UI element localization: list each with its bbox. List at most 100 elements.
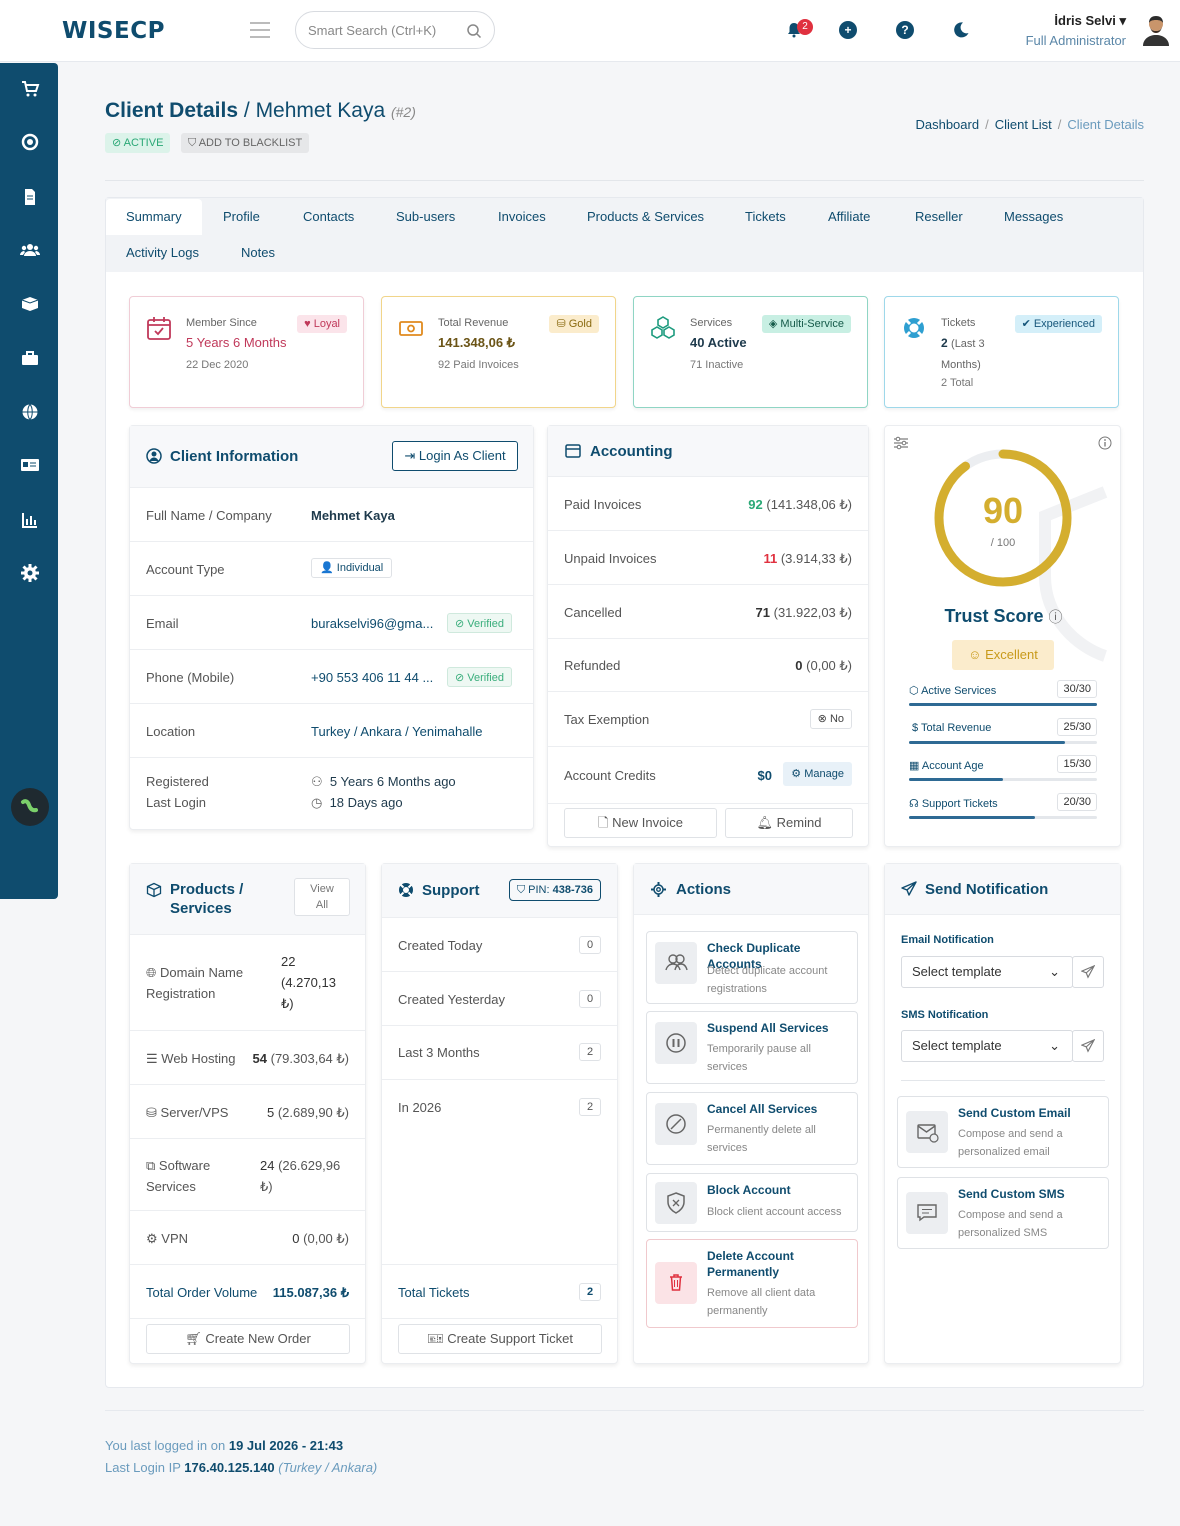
tab-products-services[interactable]: Products & Services bbox=[567, 199, 724, 235]
send-email-notification-button[interactable] bbox=[1072, 956, 1104, 988]
layers-icon: ◈ bbox=[768, 318, 778, 330]
email-template-select[interactable]: Select template ⌄ bbox=[901, 956, 1073, 988]
info-icon[interactable] bbox=[1098, 436, 1112, 450]
credit-card-icon bbox=[565, 444, 581, 458]
action-suspend-services[interactable]: Suspend All Services Temporarily pause al… bbox=[646, 1011, 858, 1084]
label-text: Web Hosting bbox=[161, 1051, 236, 1066]
tab-summary[interactable]: Summary bbox=[106, 199, 202, 235]
row-label: Account Credits bbox=[564, 768, 656, 783]
moon-icon[interactable] bbox=[952, 21, 970, 39]
quick-action-button[interactable] bbox=[11, 788, 49, 826]
action-desc: Compose and send a personalized email bbox=[958, 1128, 1063, 1158]
tab-reseller[interactable]: Reseller bbox=[895, 199, 983, 235]
send-sms-notification-button[interactable] bbox=[1072, 1030, 1104, 1062]
row-label: ⚙︎ VPN bbox=[146, 1231, 188, 1247]
search-icon[interactable] bbox=[466, 23, 482, 39]
stat-value: 5 Years 6 Months bbox=[186, 335, 287, 350]
action-desc: Block client account access bbox=[707, 1206, 842, 1218]
breadcrumb-dashboard[interactable]: Dashboard bbox=[915, 117, 979, 132]
search-placeholder: Smart Search (Ctrl+K) bbox=[308, 23, 437, 38]
info-row-type: Account Type 👤 Individual bbox=[130, 542, 533, 596]
sliders-icon[interactable] bbox=[893, 436, 909, 450]
last-login-ip: 176.40.125.140 bbox=[184, 1460, 275, 1475]
user-name[interactable]: İdris Selvi ▾ bbox=[1054, 13, 1126, 29]
blacklist-text: ADD TO BLACKLIST bbox=[198, 137, 303, 149]
settings-icon[interactable] bbox=[20, 563, 40, 583]
menu-toggle-icon[interactable] bbox=[250, 22, 270, 38]
item-label: Total Revenue bbox=[921, 722, 992, 734]
verified-badge: ⊘ Verified bbox=[447, 667, 512, 687]
action-title: Delete Account Permanently bbox=[707, 1249, 794, 1279]
tab-contacts[interactable]: Contacts bbox=[283, 199, 374, 235]
action-desc: Temporarily pause all services bbox=[707, 1043, 811, 1073]
create-support-ticket-button[interactable]: 🎫︎ Create Support Ticket bbox=[398, 1324, 602, 1354]
row-label: Paid Invoices bbox=[564, 497, 642, 512]
document-icon[interactable] bbox=[20, 187, 40, 207]
tab-activity-logs[interactable]: Activity Logs bbox=[106, 235, 219, 271]
chart-icon[interactable] bbox=[20, 510, 40, 530]
progress-fill bbox=[909, 816, 1035, 819]
tag-text: Multi-Service bbox=[780, 318, 844, 330]
hosting-count: 54 bbox=[252, 1051, 267, 1066]
search-input[interactable]: Smart Search (Ctrl+K) bbox=[295, 11, 495, 49]
users-icon[interactable] bbox=[20, 240, 40, 260]
card-title: Send Notification bbox=[925, 881, 1049, 898]
action-delete-account[interactable]: Delete Account Permanently Remove all cli… bbox=[646, 1239, 858, 1328]
toolbox-icon[interactable] bbox=[20, 348, 40, 368]
id-card-icon[interactable] bbox=[20, 455, 40, 475]
view-all-button[interactable]: View All bbox=[294, 878, 350, 916]
help-icon[interactable]: ? bbox=[896, 21, 914, 39]
chevron-down-icon: ⌄ bbox=[1049, 964, 1060, 979]
globe-icon[interactable] bbox=[20, 402, 40, 422]
item-value: 20/30 bbox=[1057, 793, 1097, 811]
row-value: 54 (79.303,64 ₺) bbox=[253, 1051, 349, 1067]
send-custom-email-button[interactable]: Send Custom Email Compose and send a pers… bbox=[897, 1096, 1109, 1168]
box-icon[interactable] bbox=[20, 294, 40, 314]
ban-icon bbox=[655, 1103, 697, 1145]
tab-tickets[interactable]: Tickets bbox=[725, 199, 806, 235]
item-label: Support Tickets bbox=[921, 798, 998, 810]
tab-affiliate[interactable]: Affiliate bbox=[808, 199, 890, 235]
manage-credits-button[interactable]: ⚙ Manage bbox=[783, 762, 852, 786]
tab-sub-users[interactable]: Sub-users bbox=[376, 199, 475, 235]
client-information-card: Client Information ⇥ Login As Client Ful… bbox=[129, 425, 534, 830]
cancel-amount: (31.922,03 ₺) bbox=[773, 605, 852, 620]
tab-notes[interactable]: Notes bbox=[221, 235, 295, 271]
sms-template-select[interactable]: Select template ⌄ bbox=[901, 1030, 1073, 1062]
action-block-account[interactable]: Block Account Block client account access bbox=[646, 1173, 858, 1232]
new-invoice-button[interactable]: 🗋 New Invoice bbox=[564, 808, 717, 838]
user-circle-icon bbox=[146, 448, 162, 464]
tab-invoices[interactable]: Invoices bbox=[478, 199, 566, 235]
send-icon bbox=[1081, 1039, 1095, 1053]
avatar[interactable] bbox=[1143, 14, 1169, 46]
software-amount-line2: ₺) bbox=[260, 1179, 273, 1194]
ticket-icon: 🎫︎ bbox=[427, 1331, 444, 1346]
send-custom-sms-button[interactable]: Send Custom SMS Compose and send a person… bbox=[897, 1177, 1109, 1249]
login-as-client-button[interactable]: ⇥ Login As Client bbox=[392, 441, 518, 471]
question-circle-icon[interactable]: ⓘ bbox=[1049, 609, 1063, 625]
pin-badge[interactable]: ⛉ PIN: 438-736 bbox=[508, 879, 601, 901]
action-check-duplicates[interactable]: Check Duplicate Accounts Detect duplicate… bbox=[646, 931, 858, 1004]
create-new-order-button[interactable]: 🛒︎ Create New Order bbox=[146, 1324, 350, 1354]
logo[interactable]: WISECP bbox=[62, 18, 165, 44]
trust-item-total-revenue: $ Total Revenue 25/30 bbox=[909, 718, 1097, 736]
row-value[interactable]: +90 553 406 11 44 ... bbox=[311, 670, 433, 685]
row-value[interactable]: burakselvi96@gma... bbox=[311, 616, 433, 631]
money-icon bbox=[398, 315, 424, 341]
remind-button[interactable]: 🔔︎ Remind bbox=[725, 808, 853, 838]
add-icon[interactable]: + bbox=[839, 21, 857, 39]
progress-fill bbox=[909, 703, 1097, 706]
tag-text: Gold bbox=[568, 318, 592, 330]
action-cancel-services[interactable]: Cancel All Services Permanently delete al… bbox=[646, 1092, 858, 1165]
breadcrumb-client-list[interactable]: Client List bbox=[995, 117, 1052, 132]
item-value: 25/30 bbox=[1057, 718, 1097, 736]
support-row: Created Today 0 bbox=[382, 918, 617, 972]
user-add-icon: ⚇ bbox=[311, 774, 323, 789]
support-icon[interactable] bbox=[20, 132, 40, 152]
blacklist-button[interactable]: ⛉ ADD TO BLACKLIST bbox=[181, 133, 310, 153]
headset-icon: ☊ bbox=[909, 798, 919, 810]
cart-icon[interactable] bbox=[20, 79, 40, 99]
tab-profile[interactable]: Profile bbox=[203, 199, 280, 235]
stat-value-suffix: (Last 3 bbox=[951, 338, 985, 350]
tab-messages[interactable]: Messages bbox=[984, 199, 1083, 235]
